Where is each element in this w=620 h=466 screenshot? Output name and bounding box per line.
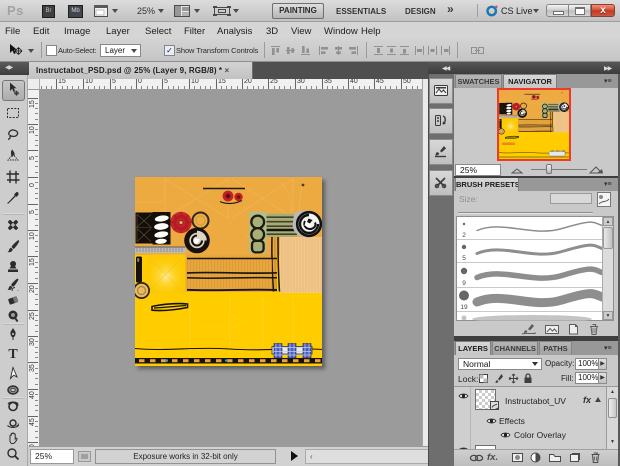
svg-text:T: T — [8, 347, 18, 360]
svg-text:5: 5 — [462, 255, 466, 262]
svg-text:2: 2 — [462, 232, 466, 239]
svg-text:19: 19 — [460, 304, 468, 311]
svg-text:9: 9 — [462, 280, 466, 287]
